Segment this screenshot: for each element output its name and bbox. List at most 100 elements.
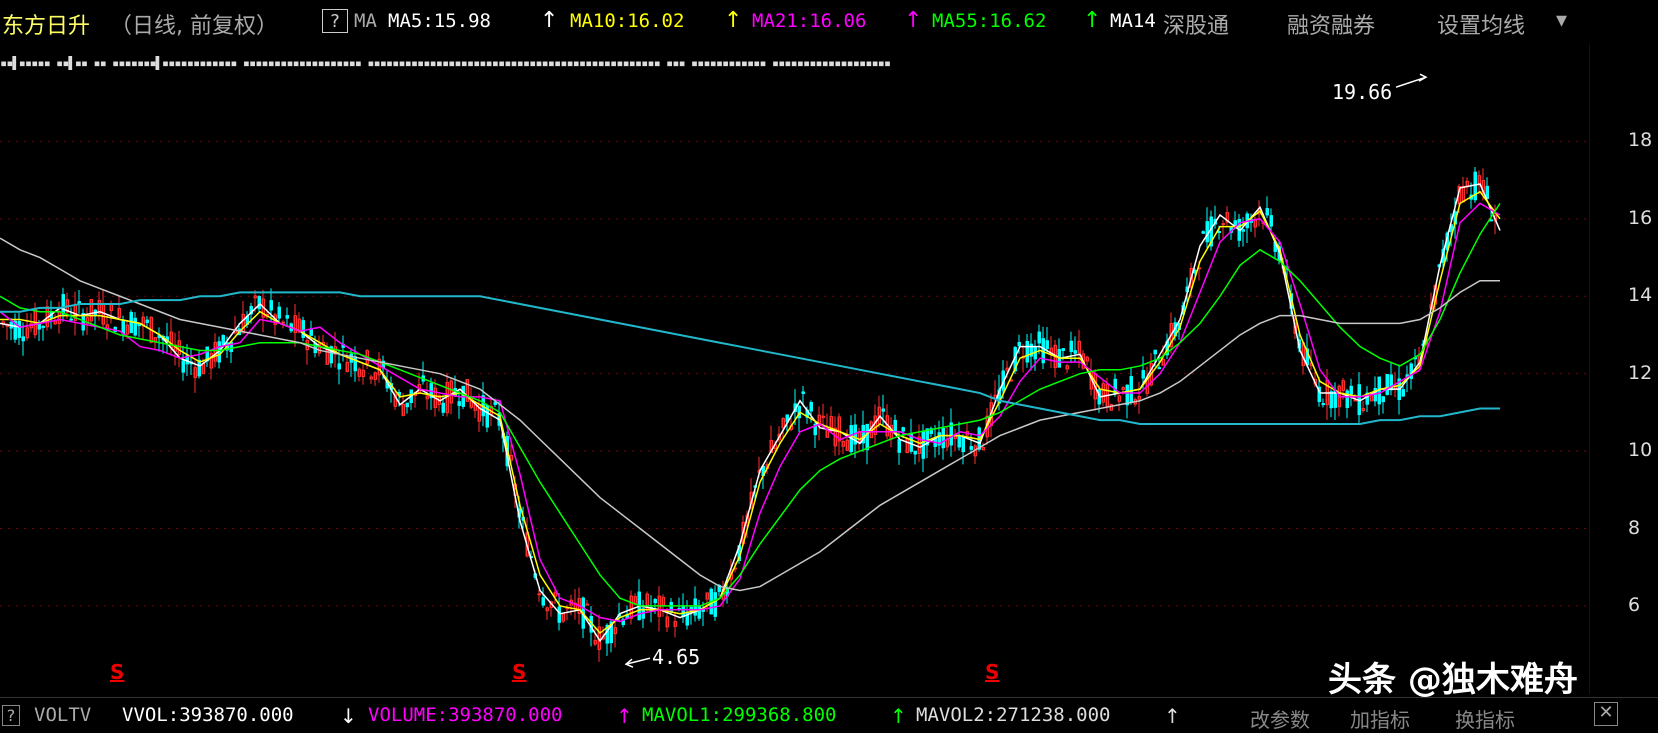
candle-body (277, 306, 281, 319)
ma5-value: MA5:15.98 (388, 10, 491, 32)
ma21-arrow: ↑ (904, 8, 923, 33)
candle-body (1489, 219, 1493, 222)
ma-label: MA (354, 10, 377, 32)
vvol-value: VVOL:393870.000 (122, 704, 294, 726)
help-button[interactable]: ? (322, 9, 348, 33)
candlesticks (1, 166, 1497, 662)
candle-body (801, 391, 805, 394)
switch-indicator-button[interactable]: 换指标 (1455, 704, 1515, 733)
candle-body (557, 606, 561, 623)
ma55-arrow: ↑ (1083, 8, 1102, 33)
watermark: 头条 @独木难舟 (1328, 660, 1578, 700)
candle-body (1321, 403, 1325, 406)
candle-body (41, 325, 45, 328)
candle-body (1205, 221, 1209, 243)
candle-body (1037, 331, 1041, 344)
candle-body (1141, 370, 1145, 379)
price-tick-label: 18 (1628, 129, 1653, 152)
sell-signal-icon[interactable]: S (985, 660, 999, 684)
menu-margin[interactable]: 融资融券 (1287, 8, 1375, 40)
candle-body (285, 315, 289, 319)
price-tick-label: 10 (1628, 439, 1653, 462)
candle-body (133, 317, 137, 336)
ma-long-line (0, 291, 1500, 425)
candle-body (1125, 384, 1129, 406)
price-tick-label: 8 (1628, 516, 1641, 539)
candle-body (281, 321, 285, 324)
candle-body (69, 318, 73, 321)
candle-body (901, 427, 905, 432)
candle-body (1201, 231, 1205, 234)
add-indicator-button[interactable]: 加指标 (1350, 704, 1410, 733)
volume-arrow: ↑ (616, 704, 633, 728)
period-label: （日线, 前复权） (110, 14, 278, 39)
sell-signal-icon[interactable]: S (110, 660, 124, 684)
mavol1-value: MAVOL1:299368.800 (642, 704, 837, 726)
candle-body (681, 605, 685, 618)
candle-body (257, 296, 261, 310)
candle-body (309, 328, 313, 336)
candle-body (1329, 391, 1333, 409)
candle-body (353, 356, 357, 372)
price-tick-label: 12 (1628, 361, 1653, 384)
change-params-button[interactable]: 改参数 (1250, 704, 1310, 733)
chart-header: 东方日升 （日线, 前复权） ? MA MA5:15.98 ↑ MA10:16.… (0, 0, 1590, 44)
mavol2-arrow: ↑ (1164, 704, 1181, 728)
ma5-arrow: ↑ (540, 8, 559, 33)
indicator-name[interactable]: VOLTV (34, 704, 91, 726)
candle-body (61, 294, 65, 315)
candle-body (1221, 223, 1225, 226)
candle-body (941, 427, 945, 449)
low-price-label: 4.65 (652, 645, 700, 669)
candle-body (1025, 340, 1029, 363)
candle-body (865, 423, 869, 451)
candle-body (969, 446, 973, 450)
menu-settings[interactable]: 设置均线 (1437, 8, 1525, 40)
candle-body (121, 319, 125, 335)
candle-body (1485, 185, 1489, 199)
candle-body (897, 439, 901, 453)
ma10-value: MA10:16.02 (570, 10, 685, 32)
candle-body (1129, 376, 1133, 403)
candle-body (1385, 374, 1389, 395)
candle-body (1401, 389, 1405, 397)
candle-body (269, 300, 273, 311)
candle-body (1349, 385, 1353, 395)
close-icon[interactable]: ✕ (1594, 702, 1618, 726)
candle-body (1345, 390, 1349, 409)
candle-body (653, 598, 657, 604)
chevron-down-icon[interactable]: ▾ (1556, 8, 1567, 33)
vvol-arrow: ↓ (340, 704, 357, 728)
menu-shgt[interactable]: 深股通 (1163, 8, 1229, 40)
candle-body (1045, 340, 1049, 350)
candle-body (1269, 215, 1273, 227)
candle-body (585, 603, 589, 606)
candle-body (181, 360, 185, 373)
high-price-label: 19.66 (1332, 80, 1392, 104)
candle-body (145, 319, 149, 324)
ma55-value: MA55:16.62 (932, 10, 1047, 32)
candle-body (337, 363, 341, 370)
price-gridlines (0, 44, 1590, 694)
ma14-value: MA14 (1110, 10, 1156, 32)
candle-body (1061, 348, 1065, 352)
sell-signal-icon[interactable]: S (512, 660, 526, 684)
candle-body (1381, 396, 1385, 403)
candle-body (1017, 342, 1021, 347)
ma10-arrow: ↑ (724, 8, 743, 33)
indicator-help-button[interactable]: ? (2, 705, 20, 726)
indicator-bar: ? VOLTV VVOL:393870.000 ↓ VOLUME:393870.… (0, 697, 1658, 732)
stock-name[interactable]: 东方日升 (2, 8, 90, 40)
candle-body (713, 592, 717, 617)
price-annotations: 19.66 4.65 (624, 73, 1428, 669)
volume-value: VOLUME:393870.000 (368, 704, 563, 726)
candle-body (541, 597, 545, 606)
candle-body (537, 593, 541, 596)
candle-body (1153, 349, 1157, 355)
low-arrow-icon (624, 657, 651, 668)
mavol2-value: MAVOL2:271238.000 (916, 704, 1111, 726)
candle-body (809, 402, 813, 412)
candle-body (913, 450, 917, 455)
price-chart[interactable]: 19.66 4.65 (0, 44, 1590, 694)
candle-body (1157, 367, 1161, 370)
